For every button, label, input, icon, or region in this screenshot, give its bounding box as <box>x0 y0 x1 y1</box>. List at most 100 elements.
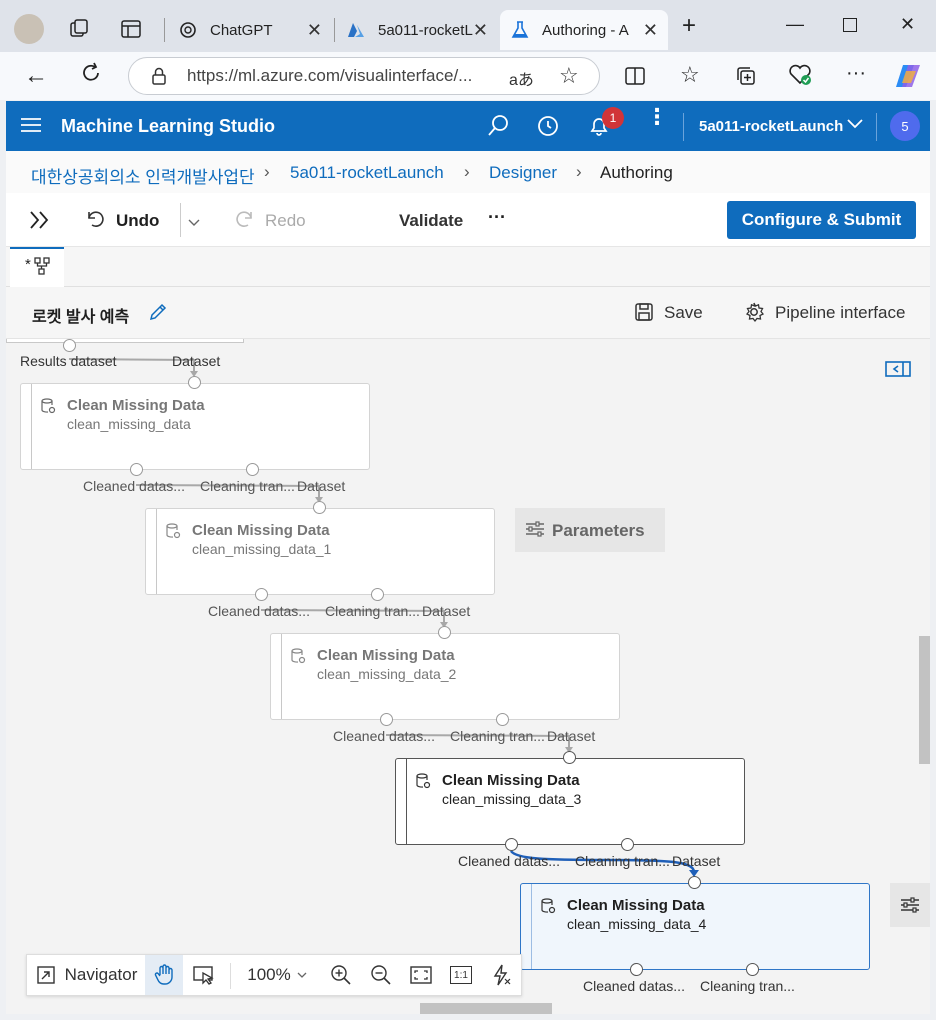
module-node-clean-missing-data-3[interactable]: Clean Missing Data clean_missing_data_3 <box>395 758 745 845</box>
redo-button: Redo <box>265 211 306 230</box>
zoom-level-dropdown[interactable]: 100% <box>239 955 315 995</box>
tab-actions-icon[interactable] <box>120 18 142 45</box>
node-parameters-button[interactable] <box>890 883 930 927</box>
browser-tab-azure[interactable]: 5a011-rocketL ✕ <box>336 10 498 50</box>
port-label-cleaned: Cleaned datas... <box>83 478 185 494</box>
user-avatar[interactable]: 5 <box>890 111 920 141</box>
app-title[interactable]: Machine Learning Studio <box>61 116 275 137</box>
save-icon[interactable] <box>634 302 654 327</box>
minimize-icon[interactable]: — <box>786 14 804 35</box>
split-screen-icon[interactable] <box>624 65 646 93</box>
undo-dropdown-chevron-icon[interactable] <box>188 215 200 233</box>
browser-address-bar: ← https://ml.azure.com/visualinterface/.… <box>0 52 936 100</box>
output-port[interactable] <box>630 963 643 976</box>
edit-pencil-icon[interactable] <box>148 302 168 327</box>
port-label-transform: Cleaning tran... <box>575 853 670 869</box>
profile-avatar[interactable] <box>14 14 44 44</box>
breadcrumb-designer[interactable]: Designer <box>489 163 557 183</box>
settings-more-icon[interactable]: ··· <box>846 62 866 85</box>
node-subtitle: clean_missing_data_1 <box>192 541 332 557</box>
auto-layout-button[interactable] <box>483 955 519 995</box>
undo-icon[interactable] <box>84 208 106 235</box>
actual-size-button[interactable]: 1:1 <box>443 955 479 995</box>
select-pointer-button[interactable] <box>185 955 223 995</box>
browser-tab-authoring[interactable]: Authoring - A ✕ <box>500 10 668 50</box>
close-tab-icon[interactable]: ✕ <box>473 20 488 41</box>
history-clock-icon[interactable] <box>536 114 560 143</box>
search-icon[interactable] <box>486 114 510 143</box>
more-options-icon[interactable]: ⋮ <box>646 106 668 128</box>
expand-panel-icon[interactable] <box>28 209 52 236</box>
collections-icon[interactable] <box>735 65 757 93</box>
module-node-clean-missing-data[interactable]: Clean Missing Data clean_missing_data <box>20 383 370 470</box>
node-subtitle: clean_missing_data_2 <box>317 666 457 682</box>
output-port[interactable] <box>621 838 634 851</box>
module-node-clean-missing-data-1[interactable]: Clean Missing Data clean_missing_data_1 <box>145 508 495 595</box>
port-label-transform: Cleaning tran... <box>700 978 795 994</box>
module-node-clean-missing-data-4[interactable]: Clean Missing Data clean_missing_data_4 <box>520 883 870 970</box>
output-port[interactable] <box>246 463 259 476</box>
horizontal-scrollbar-thumb[interactable] <box>420 1003 552 1014</box>
hamburger-menu-icon[interactable] <box>20 116 42 139</box>
chevron-down-icon[interactable] <box>846 117 864 136</box>
copilot-icon[interactable] <box>894 63 922 95</box>
input-port[interactable] <box>563 751 576 764</box>
pipeline-graph-icon <box>33 256 51 281</box>
port-label-transform: Cleaning tran... <box>450 728 545 744</box>
fit-to-screen-button[interactable] <box>403 955 439 995</box>
module-node-clean-missing-data-2[interactable]: Clean Missing Data clean_missing_data_2 <box>270 633 620 720</box>
pipeline-interface-button[interactable]: Pipeline interface <box>775 303 905 323</box>
partial-node-bottom[interactable] <box>6 339 244 343</box>
close-tab-icon[interactable]: ✕ <box>307 20 322 41</box>
output-port[interactable] <box>130 463 143 476</box>
back-icon[interactable]: ← <box>24 62 48 90</box>
input-port[interactable] <box>688 876 701 889</box>
tab-label: Authoring - A <box>542 21 629 39</box>
url-text: https://ml.azure.com/visualinterface/... <box>187 66 473 85</box>
refresh-icon[interactable] <box>80 62 102 90</box>
favorite-star-icon[interactable]: ☆ <box>559 63 579 89</box>
collapse-panel-icon[interactable] <box>885 360 911 383</box>
output-port[interactable] <box>380 713 393 726</box>
port-label-dataset: Dataset <box>672 853 721 869</box>
output-port[interactable] <box>371 588 384 601</box>
new-tab-icon[interactable]: + <box>682 12 696 40</box>
output-port[interactable] <box>746 963 759 976</box>
browser-essentials-icon[interactable] <box>788 64 812 92</box>
port-label-dataset: Dataset <box>547 728 596 744</box>
save-button[interactable]: Save <box>664 303 703 323</box>
designer-canvas[interactable]: Results dataset Dataset Clean Missing Da… <box>6 339 930 1014</box>
input-port[interactable] <box>188 376 201 389</box>
breadcrumb-org[interactable]: 대한상공회의소 인력개발사업단 <box>31 163 255 188</box>
output-port[interactable] <box>505 838 518 851</box>
url-field[interactable]: https://ml.azure.com/visualinterface/...… <box>128 57 600 95</box>
workspace-selector[interactable]: 5a011-rocketLaunch <box>699 118 843 135</box>
parameters-panel-button[interactable]: Parameters <box>515 508 665 552</box>
output-port[interactable] <box>255 588 268 601</box>
node-title: Clean Missing Data <box>67 397 205 414</box>
undo-button[interactable]: Undo <box>116 211 159 231</box>
zoom-out-button[interactable] <box>363 955 399 995</box>
breadcrumb-workspace[interactable]: 5a011-rocketLaunch <box>290 163 444 183</box>
tab-pipeline-draft[interactable]: * <box>10 247 64 287</box>
workspaces-icon[interactable] <box>68 18 90 45</box>
pan-hand-button[interactable] <box>145 955 183 995</box>
tab-label: ChatGPT <box>210 21 273 39</box>
close-tab-icon[interactable]: ✕ <box>643 20 658 41</box>
read-aloud-icon[interactable]: aあ <box>509 66 534 90</box>
output-port[interactable] <box>496 713 509 726</box>
input-port[interactable] <box>313 501 326 514</box>
toolbar-more-button[interactable]: ··· <box>488 207 506 228</box>
gear-icon[interactable] <box>743 301 765 328</box>
input-port[interactable] <box>438 626 451 639</box>
validate-button[interactable]: Validate <box>399 211 463 231</box>
favorites-icon[interactable]: ☆ <box>680 62 700 88</box>
configure-submit-button[interactable]: Configure & Submit <box>727 201 916 239</box>
maximize-icon[interactable] <box>843 18 857 32</box>
close-window-icon[interactable]: ✕ <box>900 14 915 35</box>
zoom-in-button[interactable] <box>323 955 359 995</box>
navigator-toggle[interactable]: Navigator <box>31 955 143 995</box>
output-port[interactable] <box>63 339 76 352</box>
browser-tab-chatgpt[interactable]: ChatGPT ✕ <box>168 10 332 50</box>
vertical-scrollbar-thumb[interactable] <box>919 636 930 764</box>
